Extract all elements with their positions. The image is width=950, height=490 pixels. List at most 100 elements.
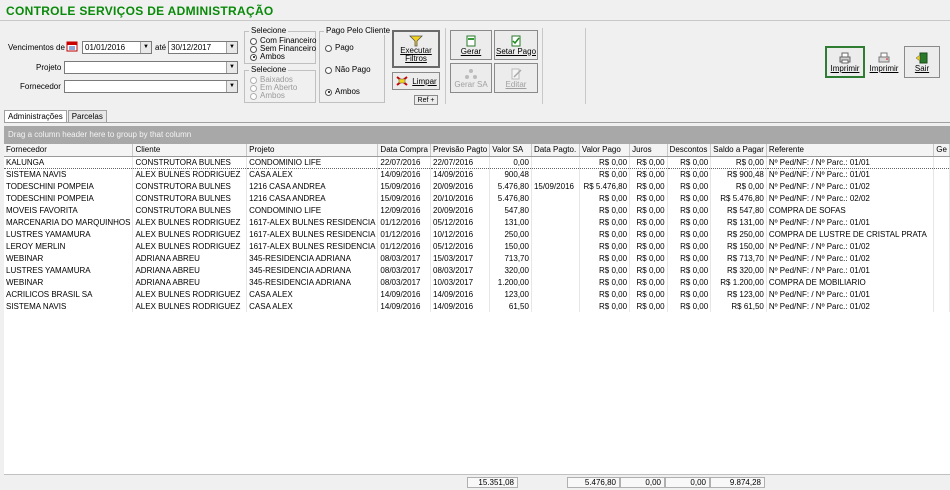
button-label: Limpar [412,76,437,86]
column-header[interactable]: Ge [933,144,950,157]
fornecedor-select[interactable]: ▼ [64,80,238,93]
table-cell: 345-RESIDENCIA ADRIANA [246,252,379,264]
radio-icon [250,92,257,100]
chevron-down-icon[interactable]: ▼ [226,62,237,73]
table-cell: Nº Ped/NF: / Nº Parc.: 01/01 [766,216,935,228]
button-label: Setar Pago [495,46,537,56]
column-header[interactable]: Juros [629,144,668,157]
projeto-select[interactable]: ▼ [64,61,238,74]
table-cell [933,264,950,276]
column-header[interactable]: Fornecedor [4,144,134,157]
sair-button[interactable]: Sair [904,46,940,78]
table-cell: 900,48 [489,168,532,180]
table-cell: R$ 123,00 [710,288,767,300]
executar-filtros-button[interactable]: Executar Filtros [392,30,440,68]
column-header[interactable]: Saldo a Pagar [710,144,767,157]
table-cell: R$ 0,00 [629,240,668,252]
total-descontos: 0,00 [665,477,710,488]
table-cell: 14/09/2016 [430,168,491,180]
table-cell: R$ 0,00 [629,288,668,300]
chevron-down-icon[interactable]: ▼ [140,42,151,53]
table-cell: SISTEMA NAVIS [4,300,134,312]
date-to-value: 30/12/2017 [171,43,212,52]
table-cell: 61,50 [489,300,532,312]
date-to-field[interactable]: 30/12/2017 ▼ [168,41,238,54]
column-header[interactable]: Referente [766,144,935,157]
imprimir-button[interactable]: Imprimir [866,46,902,78]
table-cell: CONSTRUTORA BULNES [132,192,248,204]
table-cell [531,252,580,264]
table-cell: COMPRA DE SOFAS [766,204,935,216]
table-cell [531,216,580,228]
table-cell: R$ 0,00 [667,288,712,300]
table-cell: 10/12/2016 [430,228,491,240]
table-row[interactable]: MOVEIS FAVORITA CONSTRUTORA BULNES CONDOMI… [4,204,950,216]
table-row[interactable]: KALUNGA CONSTRUTORA BULNES CONDOMINIO LIFE… [4,155,950,169]
table-cell: 14/09/2016 [430,288,491,300]
table-cell: R$ 0,00 [579,192,631,204]
column-header[interactable]: Valor SA [489,144,532,157]
table-row[interactable]: SISTEMA NAVIS ALEX BULNES RODRIGUEZ CASA A… [4,168,950,180]
table-cell: R$ 61,50 [710,300,767,312]
table-row[interactable]: WEBINAR ADRIANA ABREU 345-RESIDENCIA ADRIA… [4,276,950,288]
check-document-icon [511,35,521,46]
table-row[interactable]: ACRILICOS BRASIL SA ALEX BULNES RODRIGUEZ… [4,288,950,300]
table-cell: 0,00 [489,155,532,169]
tab-parcelas[interactable]: Parcelas [67,110,107,122]
chevron-down-icon[interactable]: ▼ [226,81,237,92]
group-by-panel[interactable]: Drag a column header here to group by th… [4,126,950,144]
calendar-icon[interactable] [66,40,78,52]
column-header[interactable]: Data Pagto. [531,144,580,157]
column-header[interactable]: Cliente [132,144,248,157]
table-row[interactable]: TODESCHINI POMPEIA CONSTRUTORA BULNES 1216… [4,192,950,204]
radio-ambos-financeiro[interactable]: Ambos [250,53,285,61]
table-cell: R$ 250,00 [710,228,767,240]
table-row[interactable]: TODESCHINI POMPEIA CONSTRUTORA BULNES 1216… [4,180,950,192]
limpar-button[interactable]: Limpar [392,72,440,90]
setar-pago-button[interactable]: Setar Pago [494,30,538,60]
table-cell: 1617-ALEX BULNES RESIDENCIA [246,216,379,228]
button-label: Ref + [417,96,435,104]
column-header[interactable]: Data Compra [377,144,431,157]
table-cell: Nº Ped/NF: / Nº Parc.: 02/02 [766,192,935,204]
column-header[interactable]: Valor Pago [579,144,631,157]
table-cell: R$ 5.476,80 [710,192,767,204]
table-cell: R$ 0,00 [667,168,712,180]
table-row[interactable]: LEROY MERLIN ALEX BULNES RODRIGUEZ 1617-AL… [4,240,950,252]
table-cell: 15/03/2017 [430,252,491,264]
date-from-field[interactable]: 01/01/2016 ▼ [82,41,152,54]
table-cell: 10/03/2017 [430,276,491,288]
table-row[interactable]: LUSTRES YAMAMURA ALEX BULNES RODRIGUEZ 161… [4,228,950,240]
table-cell: 14/09/2016 [377,300,431,312]
chevron-down-icon[interactable]: ▼ [226,42,237,53]
ref-plus-button[interactable]: Ref + [414,95,438,105]
radio-nao-pago[interactable]: Não Pago [325,66,371,74]
table-cell: R$ 0,00 [579,264,631,276]
table-cell: Nº Ped/NF: / Nº Parc.: 01/01 [766,264,935,276]
table-row[interactable]: SISTEMA NAVIS ALEX BULNES RODRIGUEZ CASA A… [4,300,950,312]
table-cell [933,288,950,300]
radio-icon [325,44,332,52]
table-row[interactable]: MARCENARIA DO MARQUINHOS ALEX BULNES RODR… [4,216,950,228]
table-cell: 22/07/2016 [430,155,491,169]
table-cell: R$ 0,00 [629,204,668,216]
table-cell: CONSTRUTORA BULNES [132,180,248,192]
radio-label: Ambos [335,87,360,96]
table-row[interactable]: WEBINAR ADRIANA ABREU 345-RESIDENCIA ADRIA… [4,252,950,264]
radio-ambos-pago[interactable]: Ambos [325,88,360,96]
column-header[interactable]: Descontos [667,144,712,157]
tab-administracoes[interactable]: Administrações [4,110,67,122]
gerar-button[interactable]: Gerar [450,30,492,60]
table-cell: R$ 0,00 [579,168,631,180]
table-row[interactable]: LUSTRES YAMAMURA ADRIANA ABREU 345-RESIDEN… [4,264,950,276]
table-cell: 345-RESIDENCIA ADRIANA [246,276,379,288]
column-header[interactable]: Projeto [246,144,379,157]
table-cell: 345-RESIDENCIA ADRIANA [246,264,379,276]
table-cell: 250,00 [489,228,532,240]
radio-label: Não Pago [335,65,371,74]
radio-pago[interactable]: Pago [325,44,354,52]
printer-icon [878,52,890,62]
radio-icon [325,66,332,74]
imprimir-button-primary[interactable]: Imprimir [825,46,865,78]
column-header[interactable]: Previsão Pagto [430,144,491,157]
